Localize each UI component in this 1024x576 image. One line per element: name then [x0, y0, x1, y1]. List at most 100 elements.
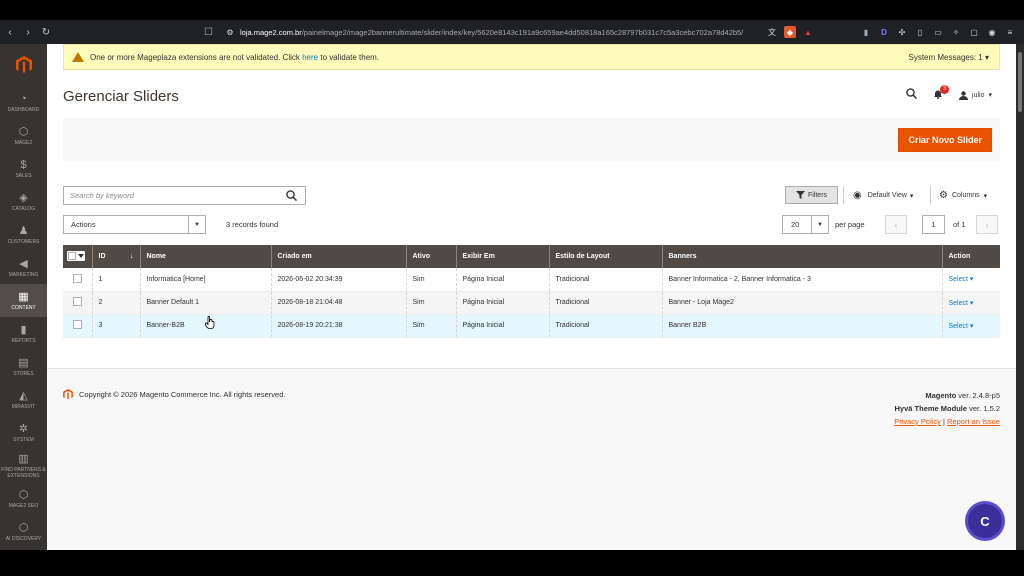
leo-icon[interactable]: ✧ — [950, 26, 962, 38]
table-row[interactable]: 3 Banner-B2B 2026-08-19 20:21:38 Sim Página … — [63, 314, 1000, 338]
row-action-select[interactable]: Select ▾ — [949, 300, 974, 307]
notifications-icon[interactable]: 3 — [933, 84, 950, 102]
row-action-select[interactable]: Select ▾ — [949, 276, 974, 283]
sidebar-item-mirasvit[interactable]: ◭ Mirasvit — [0, 383, 47, 416]
keyword-search-input[interactable]: Search by keyword — [63, 186, 306, 205]
dropdown-arrow-icon: ▼ — [188, 216, 205, 233]
sidebar-icon: ▥ — [18, 452, 29, 465]
per-page-select[interactable]: 20 ▼ — [782, 215, 829, 234]
search-icon[interactable] — [906, 88, 918, 102]
page-number-input[interactable]: 1 — [922, 215, 945, 234]
system-messages-toggle[interactable]: System Messages: 1 ▾ — [909, 53, 990, 62]
table-row[interactable]: 1 Informatica [Home] 2026-06-02 20:34:39 Si… — [63, 268, 1000, 292]
puzzle-icon[interactable]: ✣ — [896, 26, 908, 38]
gear-icon: ⚙ — [939, 190, 948, 201]
table-row[interactable]: 2 Banner Default 1 2026-08-18 21:04:48 Sim P… — [63, 291, 1000, 315]
prev-page-button[interactable]: ‹ — [885, 215, 907, 234]
column-id[interactable]: ID ↓ — [91, 245, 140, 268]
mass-select-header[interactable] — [63, 245, 92, 268]
row-checkbox[interactable] — [73, 273, 82, 283]
view-label: Default View — [867, 192, 907, 199]
copyright: Copyright © 2026 Magento Commerce Inc. A… — [63, 389, 285, 400]
translate-icon[interactable]: 文 — [766, 26, 778, 38]
sidebar-icon: ▮ — [20, 323, 27, 336]
vpn-icon[interactable]: ◉ — [986, 26, 998, 38]
sidebar-item-ai-discovery[interactable]: ⬡ AI Discovery — [0, 515, 47, 548]
eye-icon: ◉ — [853, 190, 862, 201]
column-banners[interactable]: Banners — [661, 245, 942, 268]
sidebar-icon: ◔ — [20, 92, 27, 105]
header-actions: 3 julio ▾ — [906, 84, 992, 102]
search-icon[interactable] — [286, 190, 298, 203]
site-settings-icon[interactable]: ⚙ — [224, 26, 236, 38]
menu-icon[interactable]: ≡ — [1004, 26, 1016, 38]
mass-actions-select[interactable]: Actions ▼ — [63, 215, 206, 234]
next-page-button[interactable]: › — [976, 215, 998, 234]
screen: ‹ › ↻ ☐ ⚙ loja.mage2.com.br/painelmage2/… — [0, 0, 1024, 576]
url-host: loja.mage2.com.br — [240, 27, 302, 37]
sidebar-item-stores[interactable]: ▤ Stores — [0, 350, 47, 383]
magento-logo-icon — [15, 56, 32, 73]
sidebar-item-mage2-seo[interactable]: ⬡ Mage2 SEO — [0, 482, 47, 515]
extension-icon[interactable]: ▮ — [860, 26, 872, 38]
magento-logo[interactable] — [0, 44, 47, 86]
row-action-select[interactable]: Select ▾ — [949, 323, 974, 330]
validate-link[interactable]: here — [302, 53, 318, 62]
sidebar-item-system[interactable]: ✲ System — [0, 416, 47, 449]
bookmark-icon[interactable]: ☐ — [204, 27, 218, 38]
cell-action: Select ▾ — [941, 291, 1000, 315]
sidebar-item-catalog[interactable]: ◈ Catalog — [0, 185, 47, 218]
sidebar-item-label: Marketing — [8, 271, 39, 278]
privacy-policy-link[interactable]: Privacy Policy — [894, 417, 941, 426]
per-page-value: 20 — [791, 220, 800, 229]
column-criado-em[interactable]: Criado em — [270, 245, 406, 268]
cell-ativo: Sim — [405, 268, 456, 292]
sidebar-item-label: Customers — [7, 238, 40, 245]
column-estilo-layout[interactable]: Estilo de Layout — [548, 245, 662, 268]
sidebar-item-sales[interactable]: $ Sales — [0, 152, 47, 185]
forward-icon[interactable]: › — [20, 27, 36, 38]
columns-button[interactable]: ⚙ Columns ▾ — [939, 190, 987, 201]
hyva-label: Hyvä Theme Module — [894, 404, 968, 413]
filters-button[interactable]: Filters — [785, 186, 838, 204]
chat-widget-button[interactable]: C — [968, 504, 1002, 538]
sidebar-item-content[interactable]: ▦ Content — [0, 284, 47, 317]
user-menu[interactable]: julio ▾ — [959, 90, 992, 100]
sidebar-icon: ⬡ — [18, 125, 29, 138]
select-label: Select — [948, 322, 968, 330]
row-select-cell — [63, 314, 92, 338]
cell-estilo-layout: Tradicional — [548, 268, 662, 292]
sidebar-item-mage2[interactable]: ⬡ Mage2 — [0, 119, 47, 152]
mass-select-checkbox[interactable] — [67, 251, 85, 261]
address-bar[interactable]: loja.mage2.com.br/painelmage2/mage2banne… — [240, 28, 760, 37]
column-exibir-em[interactable]: Exibir Em — [455, 245, 549, 268]
brave-rewards-icon[interactable]: ▲ — [802, 26, 814, 38]
brave-shield-icon[interactable]: ◆ — [784, 26, 796, 38]
sidebar-toggle-icon[interactable]: ▯ — [914, 26, 926, 38]
sidebar-item-dashboard[interactable]: ◔ Dashboard — [0, 86, 47, 119]
sidebar-item-find-partners-extensions[interactable]: ▥ Find Partners & Extensions — [0, 449, 47, 482]
column-nome[interactable]: Nome — [139, 245, 271, 268]
wallet-icon[interactable]: ▢ — [968, 26, 980, 38]
d-extension-icon[interactable]: D — [878, 26, 890, 38]
scrollbar-thumb[interactable] — [1018, 52, 1022, 112]
cell-exibir-em: Página Inicial — [455, 314, 549, 338]
cell-id: 1 — [91, 268, 140, 292]
tab-icon[interactable]: ▭ — [932, 26, 944, 38]
column-ativo[interactable]: Ativo — [405, 245, 456, 268]
page-scrollbar[interactable] — [1016, 44, 1024, 550]
row-checkbox[interactable] — [73, 297, 82, 306]
report-issue-link[interactable]: Report an Issue — [947, 417, 1000, 426]
back-icon[interactable]: ‹ — [2, 27, 18, 38]
create-slider-button[interactable]: Criar Novo Slider — [898, 128, 992, 152]
view-selector[interactable]: ◉ Default View ▾ — [853, 190, 913, 201]
sidebar-icon: ♟ — [18, 224, 29, 237]
sidebar-item-marketing[interactable]: ◀ Marketing — [0, 251, 47, 284]
sidebar-item-customers[interactable]: ♟ Customers — [0, 218, 47, 251]
page-footer: Copyright © 2026 Magento Commerce Inc. A… — [47, 368, 1016, 550]
sidebar-item-label: Stores — [13, 370, 34, 377]
actions-label: Actions — [71, 220, 96, 229]
sidebar-item-reports[interactable]: ▮ Reports — [0, 317, 47, 350]
row-checkbox[interactable] — [73, 320, 82, 329]
reload-icon[interactable]: ↻ — [38, 27, 54, 38]
